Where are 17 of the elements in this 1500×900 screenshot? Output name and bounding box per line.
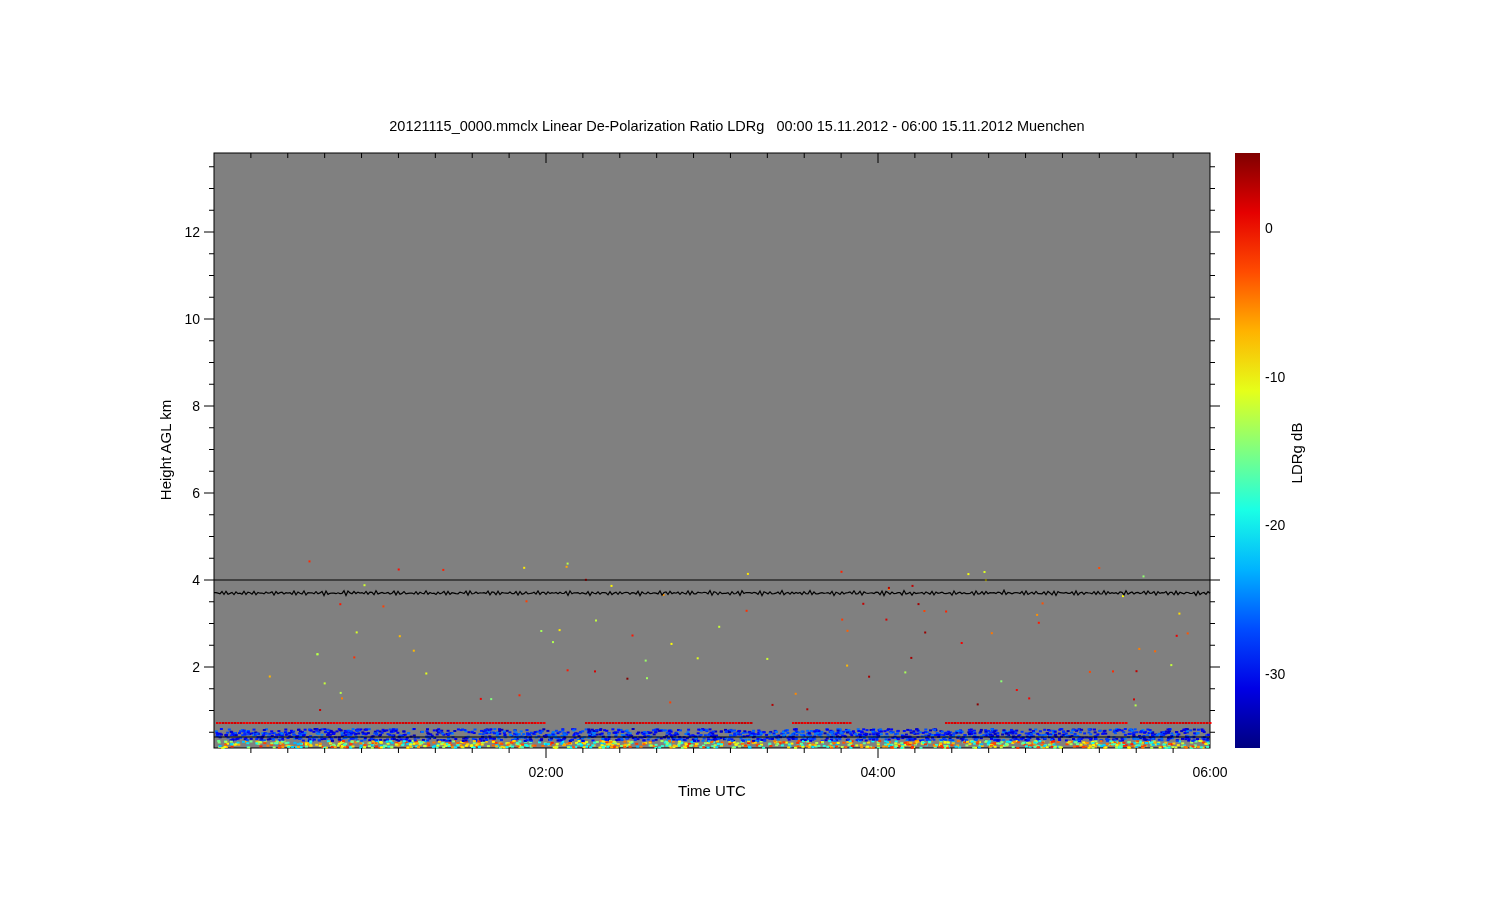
- tick-label: 12: [184, 224, 200, 240]
- tick-label: 04:00: [860, 764, 896, 780]
- tick-label: -10: [1265, 368, 1286, 385]
- axis-label: Time UTC: [678, 782, 746, 799]
- axis-label: LDRg dB: [1288, 422, 1305, 484]
- tick-label: 8: [192, 398, 200, 414]
- tick-label: 2: [192, 659, 200, 675]
- tick-label: -20: [1265, 517, 1286, 533]
- tick-label: 06:00: [1192, 764, 1228, 780]
- tick-label: 10: [184, 311, 200, 327]
- tick-label: 4: [192, 572, 200, 588]
- tick-label: 02:00: [528, 764, 564, 780]
- plot-title: 20121115_0000.mmclx Linear De-Polarization Ratio LDRg 00:00 15.11.2012 - 06:00 15.11.2012 Muenchen: [389, 118, 1085, 134]
- tick-label: 6: [192, 485, 200, 501]
- tick-label: -30: [1265, 665, 1286, 682]
- axis-label: Height AGL km: [157, 399, 174, 501]
- tick-label: 0: [1265, 220, 1273, 236]
